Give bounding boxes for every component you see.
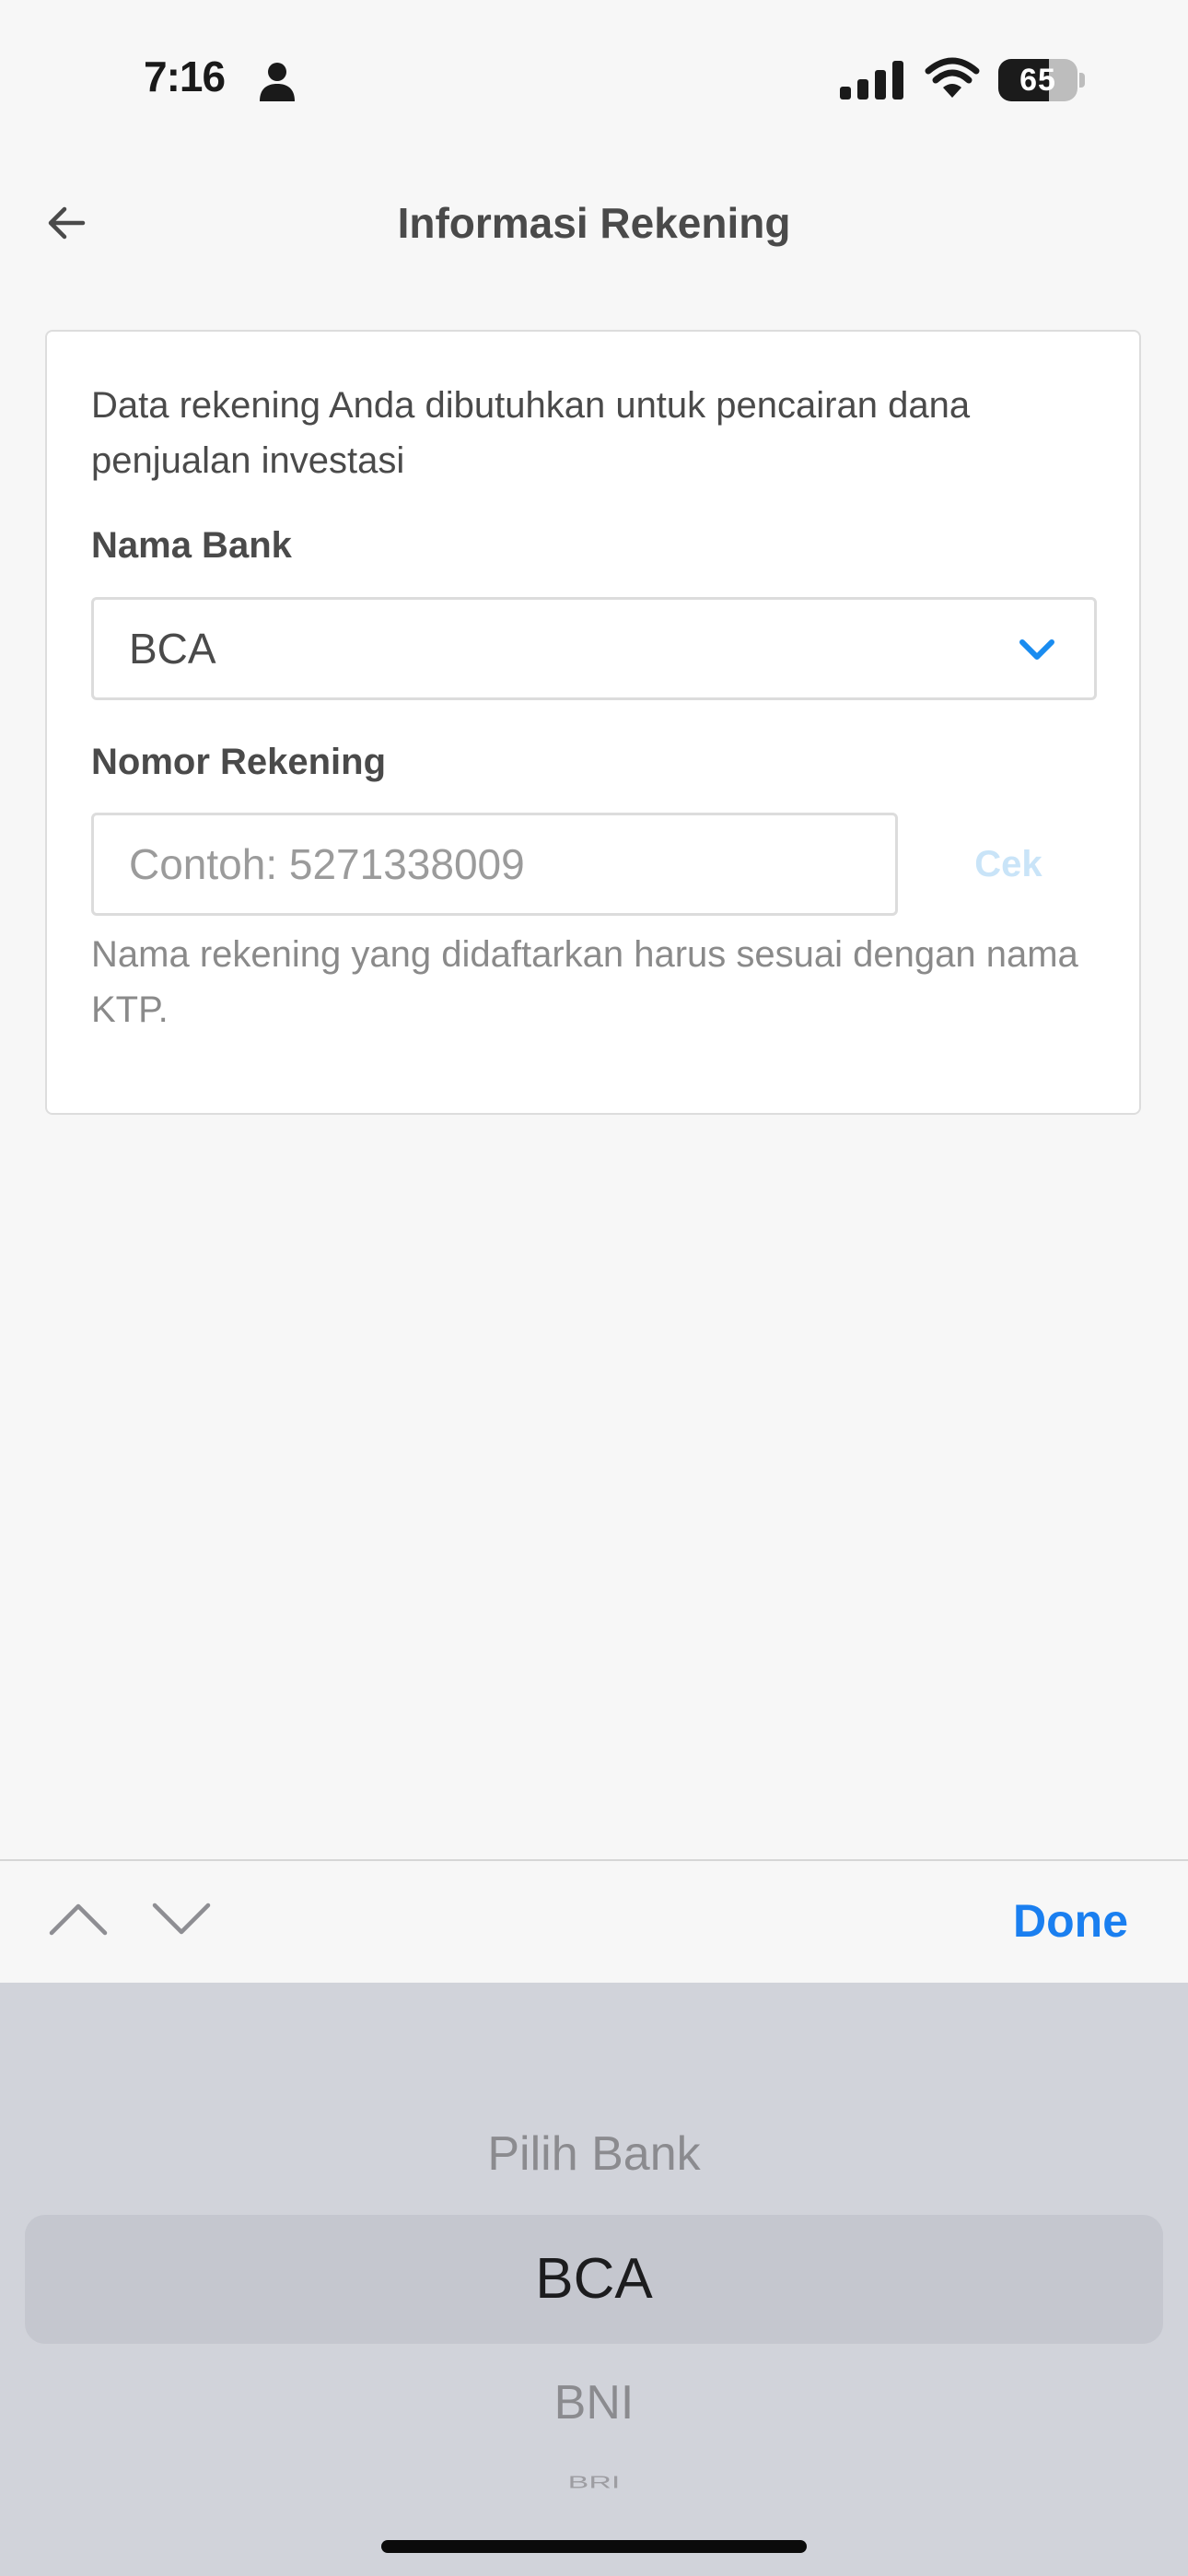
- picker-option[interactable]: BNI: [0, 2375, 1188, 2430]
- picker-option[interactable]: BRI: [0, 2473, 1188, 2492]
- bank-select-value: BCA: [129, 625, 216, 673]
- battery-icon: 65: [998, 59, 1077, 101]
- status-time: 7:16: [144, 53, 226, 100]
- done-button[interactable]: Done: [1013, 1894, 1128, 1948]
- arrow-left-icon: [48, 206, 86, 240]
- chevron-down-icon: [1019, 639, 1054, 660]
- battery-level: 65: [1019, 62, 1056, 98]
- chevron-up-icon[interactable]: [46, 1898, 111, 1940]
- card-description: Data rekening Anda dibutuhkan untuk penc…: [91, 385, 971, 481]
- wifi-icon: [925, 57, 980, 98]
- back-button[interactable]: [33, 190, 99, 256]
- check-button[interactable]: Cek: [949, 813, 1068, 916]
- account-number-label: Nomor Rekening: [91, 742, 387, 782]
- page-title: Informasi Rekening: [397, 199, 791, 247]
- hint-text: Nama rekening yang didaftarkan harus ses…: [91, 934, 1078, 1030]
- picker-option-selected[interactable]: BCA: [0, 2246, 1188, 2312]
- cellular-signal-icon: [840, 61, 903, 100]
- account-number-input[interactable]: [91, 813, 898, 916]
- person-icon: [260, 63, 295, 101]
- battery-tip: [1079, 73, 1085, 88]
- bank-select[interactable]: BCA: [91, 597, 1097, 700]
- home-indicator: [381, 2540, 807, 2553]
- picker-option[interactable]: Pilih Bank: [0, 2126, 1188, 2182]
- chevron-down-icon[interactable]: [149, 1898, 214, 1940]
- status-bar: 7:16 65: [0, 0, 1188, 147]
- bank-name-label: Nama Bank: [91, 525, 292, 566]
